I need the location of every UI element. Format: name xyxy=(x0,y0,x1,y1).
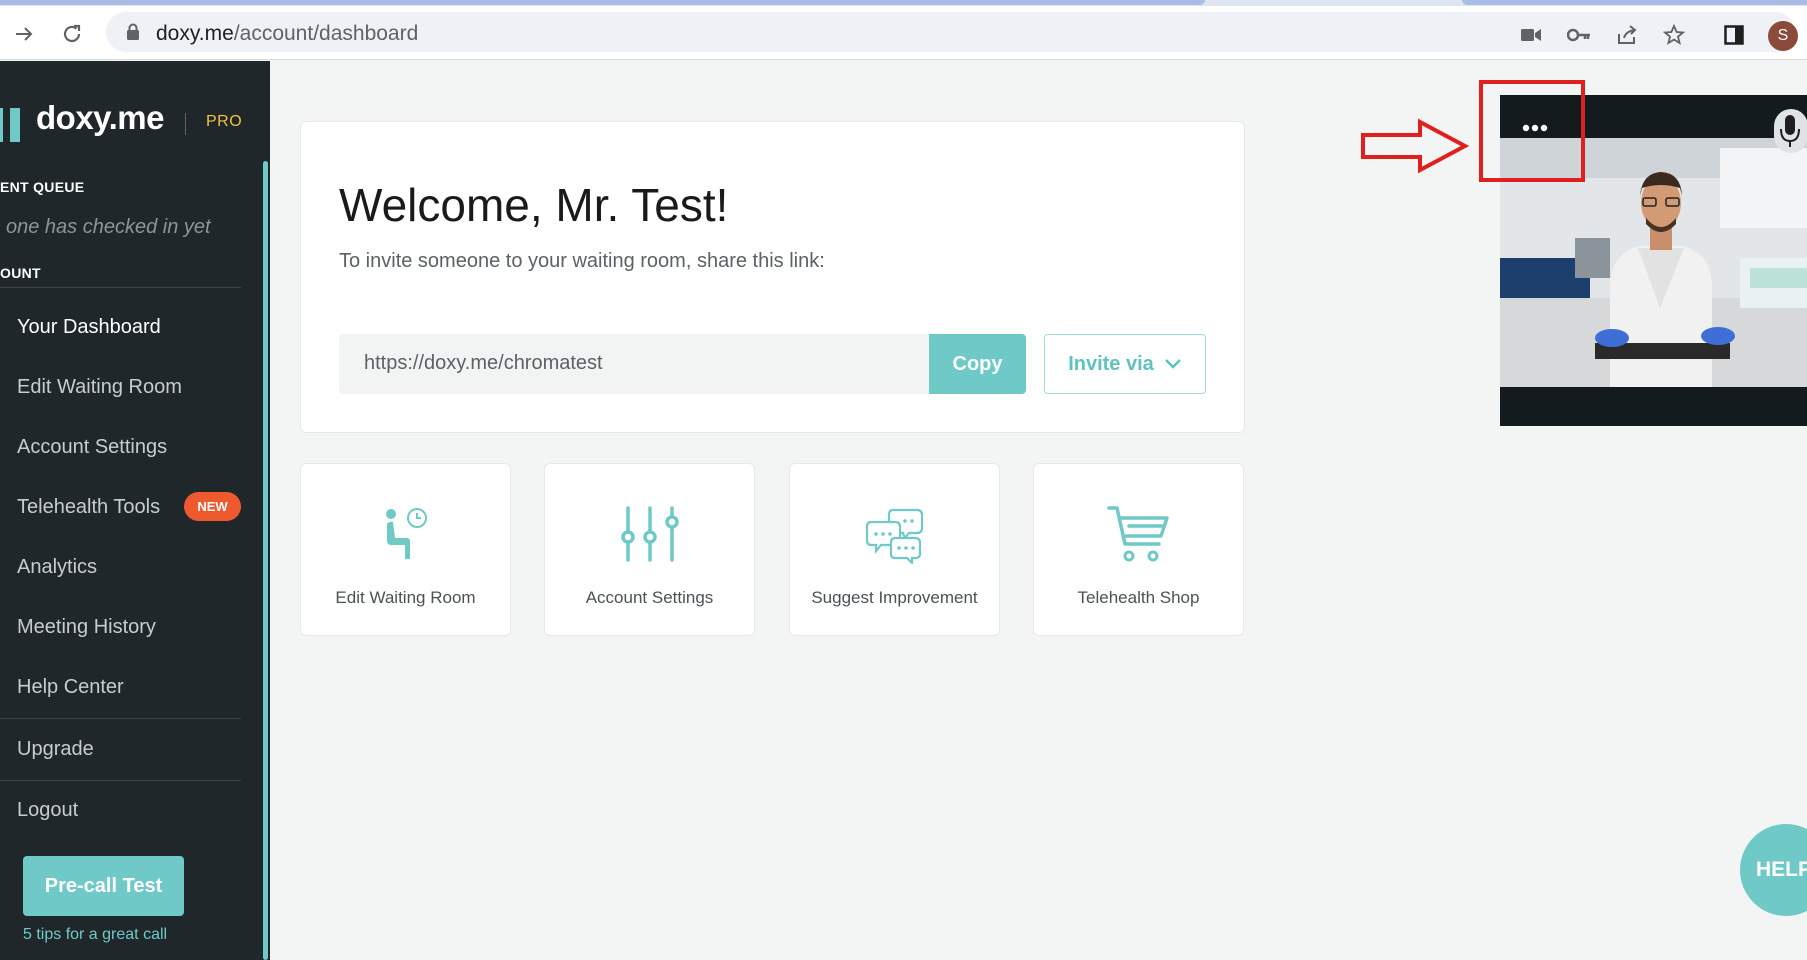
browser-toolbar: doxy.me/account/dashboard S xyxy=(0,6,1807,60)
precall-test-button[interactable]: Pre-call Test xyxy=(23,856,184,916)
pro-badge: PRO xyxy=(206,113,243,130)
sidebar-item-analytics[interactable]: Analytics xyxy=(17,556,97,579)
welcome-card: Welcome, Mr. Test! To invite someone to … xyxy=(300,121,1245,433)
sidebar-item-meeting-history[interactable]: Meeting History xyxy=(17,616,156,639)
sidebar-item-edit-waiting-room[interactable]: Edit Waiting Room xyxy=(17,376,182,399)
sidebar-scrollbar[interactable] xyxy=(263,161,268,960)
side-panel-icon[interactable] xyxy=(1720,21,1748,49)
room-link-field[interactable]: https://doxy.me/chromatest xyxy=(339,334,929,394)
divider xyxy=(0,718,241,719)
logo-mark-edge xyxy=(0,108,3,142)
queue-empty-text: one has checked in yet xyxy=(6,216,211,238)
browser-tab-indicator xyxy=(0,0,1205,5)
share-icon[interactable] xyxy=(1613,21,1641,49)
new-badge: NEW xyxy=(184,492,241,521)
sidebar-item-help-center[interactable]: Help Center xyxy=(17,676,124,699)
divider xyxy=(0,287,241,288)
logo-separator xyxy=(185,113,186,135)
invite-via-label: Invite via xyxy=(1068,352,1154,375)
tile-label: Suggest Improvement xyxy=(811,588,978,607)
invite-via-button[interactable]: Invite via xyxy=(1044,334,1206,394)
sidebar-item-account-settings[interactable]: Account Settings xyxy=(17,436,167,459)
lock-icon xyxy=(126,23,140,46)
tile-label: Telehealth Shop xyxy=(1077,588,1200,607)
chat-bubbles-icon xyxy=(790,504,999,566)
logo-mark xyxy=(10,108,20,142)
annotation-highlight-box xyxy=(1479,80,1585,182)
cart-icon xyxy=(1034,504,1243,566)
chevron-down-icon xyxy=(1164,353,1182,376)
tile-edit-waiting-room[interactable]: Edit Waiting Room xyxy=(300,463,511,636)
profile-avatar[interactable]: S xyxy=(1768,21,1798,51)
help-button[interactable]: HELP xyxy=(1740,824,1807,916)
tile-telehealth-shop[interactable]: Telehealth Shop xyxy=(1033,463,1244,636)
forward-icon[interactable] xyxy=(8,18,40,50)
patient-queue-heading: ENT QUEUE xyxy=(0,179,85,195)
sidebar-item-dashboard[interactable]: Your Dashboard xyxy=(17,316,161,339)
tile-label: Account Settings xyxy=(585,588,714,607)
account-heading: OUNT xyxy=(0,265,41,281)
url-text: doxy.me/account/dashboard xyxy=(156,22,419,45)
microphone-icon[interactable] xyxy=(1774,109,1807,153)
camera-icon[interactable] xyxy=(1517,21,1545,49)
sidebar-item-telehealth-tools[interactable]: Telehealth Tools xyxy=(17,496,160,519)
browser-tab-indicator-2 xyxy=(1462,0,1807,5)
sidebar-item-logout[interactable]: Logout xyxy=(17,799,78,822)
reload-icon[interactable] xyxy=(56,18,88,50)
tile-suggest-improvement[interactable]: Suggest Improvement xyxy=(789,463,1000,636)
tips-link[interactable]: 5 tips for a great call xyxy=(23,926,167,944)
tile-label: Edit Waiting Room xyxy=(335,588,476,607)
divider xyxy=(0,780,241,781)
page-title: Welcome, Mr. Test! xyxy=(339,179,729,231)
copy-button[interactable]: Copy xyxy=(929,334,1026,394)
logo-text[interactable]: doxy.me xyxy=(36,99,164,137)
annotation-arrow-icon xyxy=(1361,118,1470,174)
sidebar-item-upgrade[interactable]: Upgrade xyxy=(17,738,94,761)
sliders-icon xyxy=(545,504,754,566)
invite-instructions: To invite someone to your waiting room, … xyxy=(339,250,825,272)
waiting-room-icon xyxy=(301,504,510,566)
sidebar: doxy.me PRO ENT QUEUE one has checked in… xyxy=(0,61,270,960)
key-icon[interactable] xyxy=(1565,21,1593,49)
bookmark-star-icon[interactable] xyxy=(1660,21,1688,49)
tile-account-settings[interactable]: Account Settings xyxy=(544,463,755,636)
